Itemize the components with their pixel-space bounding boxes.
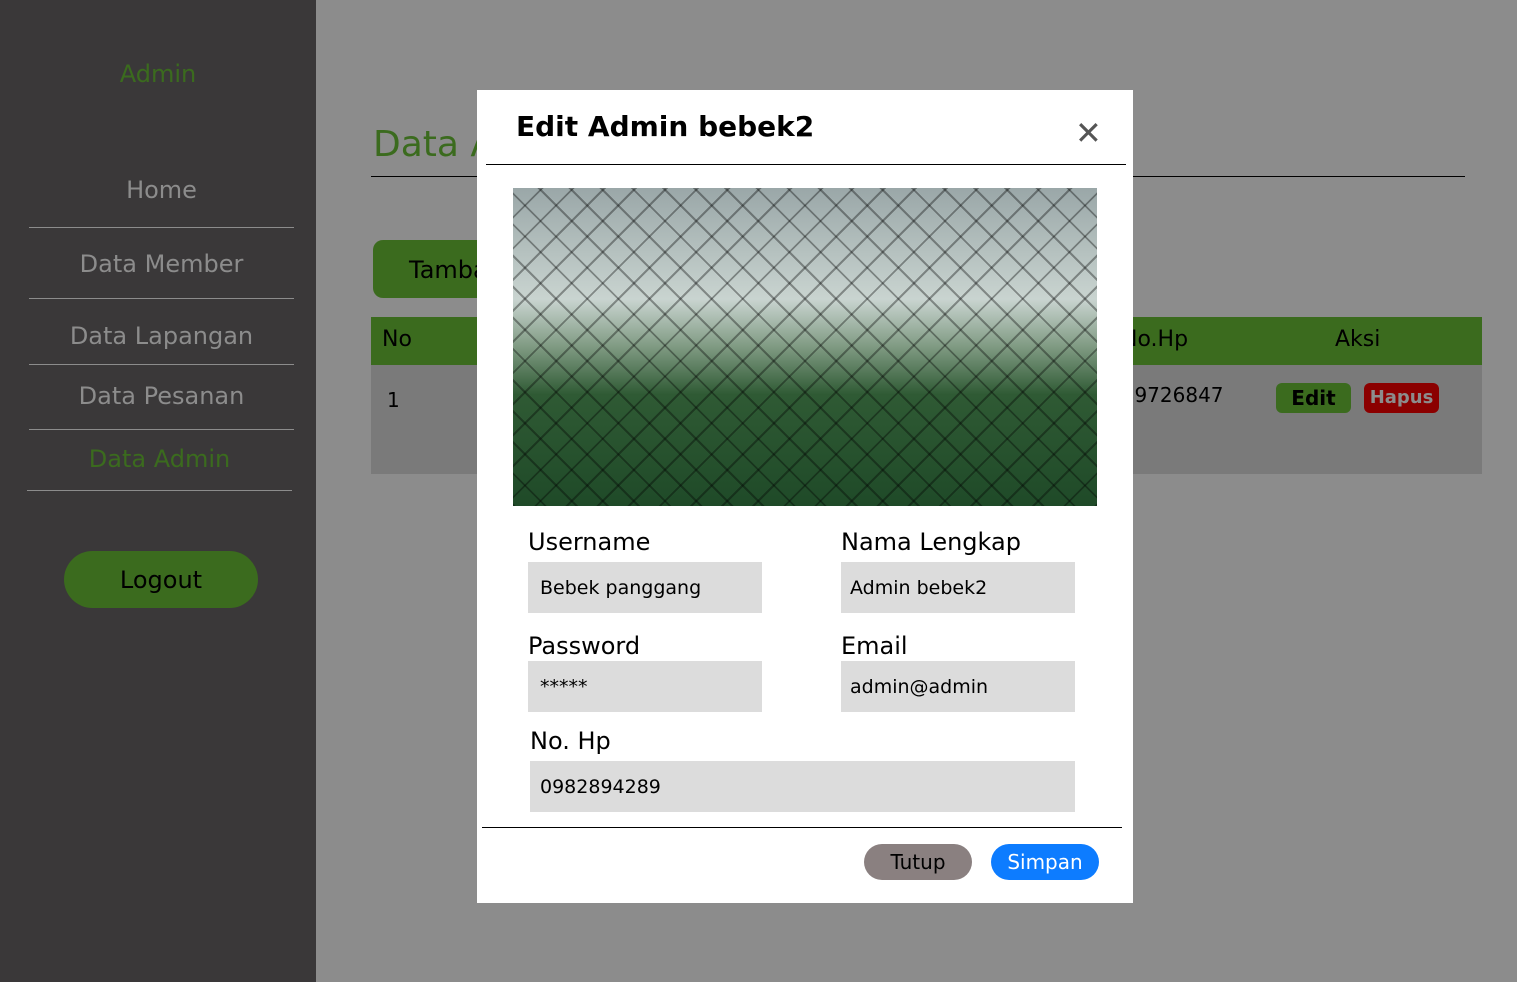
hp-input[interactable] xyxy=(530,761,1075,812)
sidebar-brand: Admin xyxy=(119,60,197,88)
header-no: No xyxy=(382,327,412,352)
cell-no: 1 xyxy=(387,388,400,412)
modal-footer-divider xyxy=(482,827,1122,828)
edit-admin-modal: Edit Admin bebek2 ✕ Username Nama Lengka… xyxy=(477,90,1133,903)
logout-button[interactable]: Logout xyxy=(64,551,258,608)
password-label: Password xyxy=(528,632,641,660)
close-button[interactable]: Tutup xyxy=(864,844,972,880)
password-input[interactable] xyxy=(528,661,762,712)
sidebar: Admin Home Data Member Data Lapangan Dat… xyxy=(0,0,316,982)
sidebar-item-home[interactable]: Home xyxy=(29,176,294,228)
save-button[interactable]: Simpan xyxy=(991,844,1099,880)
nama-lengkap-label: Nama Lengkap xyxy=(841,528,1021,556)
modal-header-divider xyxy=(486,164,1126,165)
username-label: Username xyxy=(528,528,651,556)
sidebar-item-data-lapangan[interactable]: Data Lapangan xyxy=(29,322,294,365)
hp-label: No. Hp xyxy=(530,727,611,755)
nama-lengkap-input[interactable] xyxy=(841,562,1075,613)
admin-photo xyxy=(513,188,1097,506)
sidebar-item-data-pesanan[interactable]: Data Pesanan xyxy=(29,382,294,430)
edit-button[interactable]: Edit xyxy=(1276,383,1351,413)
sidebar-item-data-member[interactable]: Data Member xyxy=(29,250,294,299)
email-label: Email xyxy=(841,632,908,660)
sidebar-item-data-admin[interactable]: Data Admin xyxy=(27,445,292,491)
delete-button[interactable]: Hapus xyxy=(1364,383,1439,413)
email-input[interactable] xyxy=(841,661,1075,712)
username-input[interactable] xyxy=(528,562,762,613)
header-aksi: Aksi xyxy=(1335,327,1381,352)
modal-title: Edit Admin bebek2 xyxy=(516,110,815,143)
close-icon[interactable]: ✕ xyxy=(1075,114,1102,152)
